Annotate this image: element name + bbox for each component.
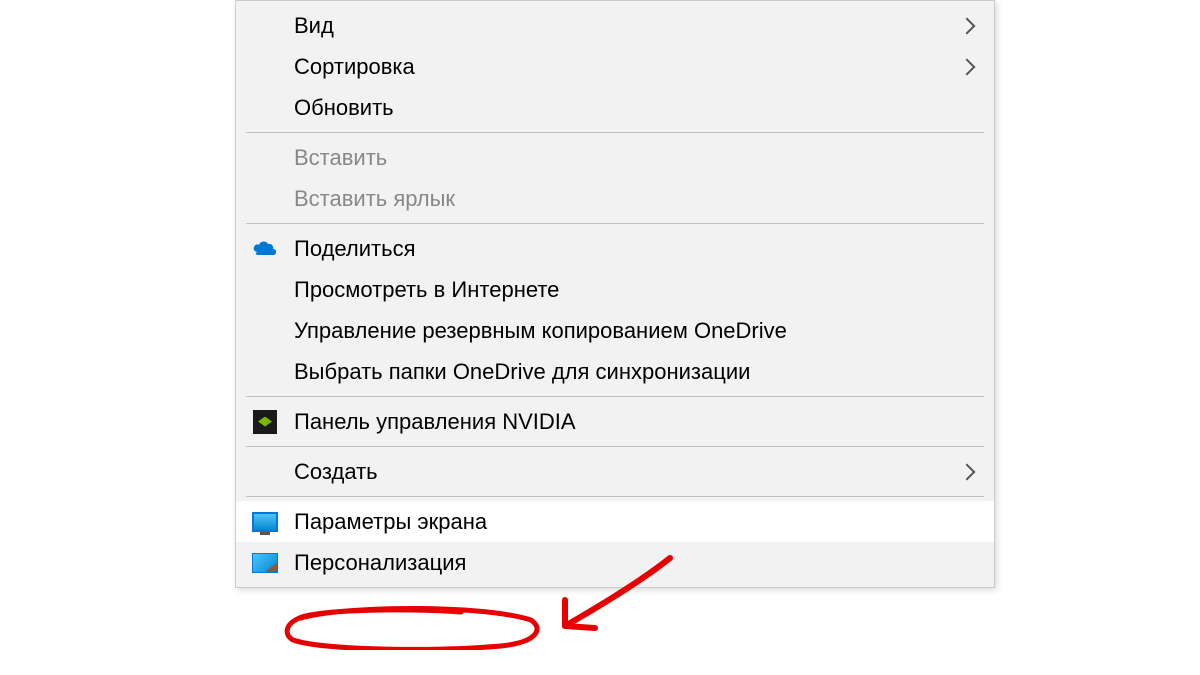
menu-separator — [246, 396, 984, 397]
menu-label: Создать — [294, 459, 952, 485]
icon-placeholder — [236, 451, 294, 492]
menu-separator — [246, 496, 984, 497]
icon-placeholder — [236, 87, 294, 128]
menu-label: Панель управления NVIDIA — [294, 409, 982, 435]
menu-item-refresh[interactable]: Обновить — [236, 87, 994, 128]
submenu-indicator — [952, 61, 982, 73]
menu-label: Вставить — [294, 145, 982, 171]
display-icon — [236, 501, 294, 542]
icon-placeholder — [236, 351, 294, 392]
menu-separator — [246, 223, 984, 224]
menu-label: Управление резервным копированием OneDri… — [294, 318, 982, 344]
nvidia-icon — [236, 401, 294, 442]
icon-placeholder — [236, 46, 294, 87]
icon-placeholder — [236, 137, 294, 178]
desktop-context-menu: Вид Сортировка Обновить Вставить Вставит… — [235, 0, 995, 588]
menu-separator — [246, 132, 984, 133]
menu-item-view[interactable]: Вид — [236, 5, 994, 46]
menu-label: Выбрать папки OneDrive для синхронизации — [294, 359, 982, 385]
icon-placeholder — [236, 310, 294, 351]
chevron-right-icon — [959, 17, 976, 34]
menu-label: Вид — [294, 13, 952, 39]
menu-label: Поделиться — [294, 236, 982, 262]
menu-item-new[interactable]: Создать — [236, 451, 994, 492]
menu-item-personalize[interactable]: Персонализация — [236, 542, 994, 583]
menu-label: Вставить ярлык — [294, 186, 982, 212]
submenu-indicator — [952, 20, 982, 32]
personalize-icon — [236, 542, 294, 583]
icon-placeholder — [236, 5, 294, 46]
menu-item-paste: Вставить — [236, 137, 994, 178]
menu-label: Обновить — [294, 95, 982, 121]
menu-label: Просмотреть в Интернете — [294, 277, 982, 303]
chevron-right-icon — [959, 463, 976, 480]
menu-item-onedrive-backup[interactable]: Управление резервным копированием OneDri… — [236, 310, 994, 351]
menu-item-onedrive-folders[interactable]: Выбрать папки OneDrive для синхронизации — [236, 351, 994, 392]
menu-item-share[interactable]: Поделиться — [236, 228, 994, 269]
onedrive-icon — [236, 228, 294, 269]
menu-separator — [246, 446, 984, 447]
annotation-circle — [281, 606, 546, 650]
menu-item-paste-shortcut: Вставить ярлык — [236, 178, 994, 219]
submenu-indicator — [952, 466, 982, 478]
menu-label: Параметры экрана — [294, 509, 982, 535]
menu-label: Сортировка — [294, 54, 952, 80]
icon-placeholder — [236, 269, 294, 310]
menu-label: Персонализация — [294, 550, 982, 576]
menu-item-view-online[interactable]: Просмотреть в Интернете — [236, 269, 994, 310]
menu-item-sort[interactable]: Сортировка — [236, 46, 994, 87]
menu-item-display-settings[interactable]: Параметры экрана — [236, 501, 994, 542]
icon-placeholder — [236, 178, 294, 219]
menu-item-nvidia[interactable]: Панель управления NVIDIA — [236, 401, 994, 442]
chevron-right-icon — [959, 58, 976, 75]
